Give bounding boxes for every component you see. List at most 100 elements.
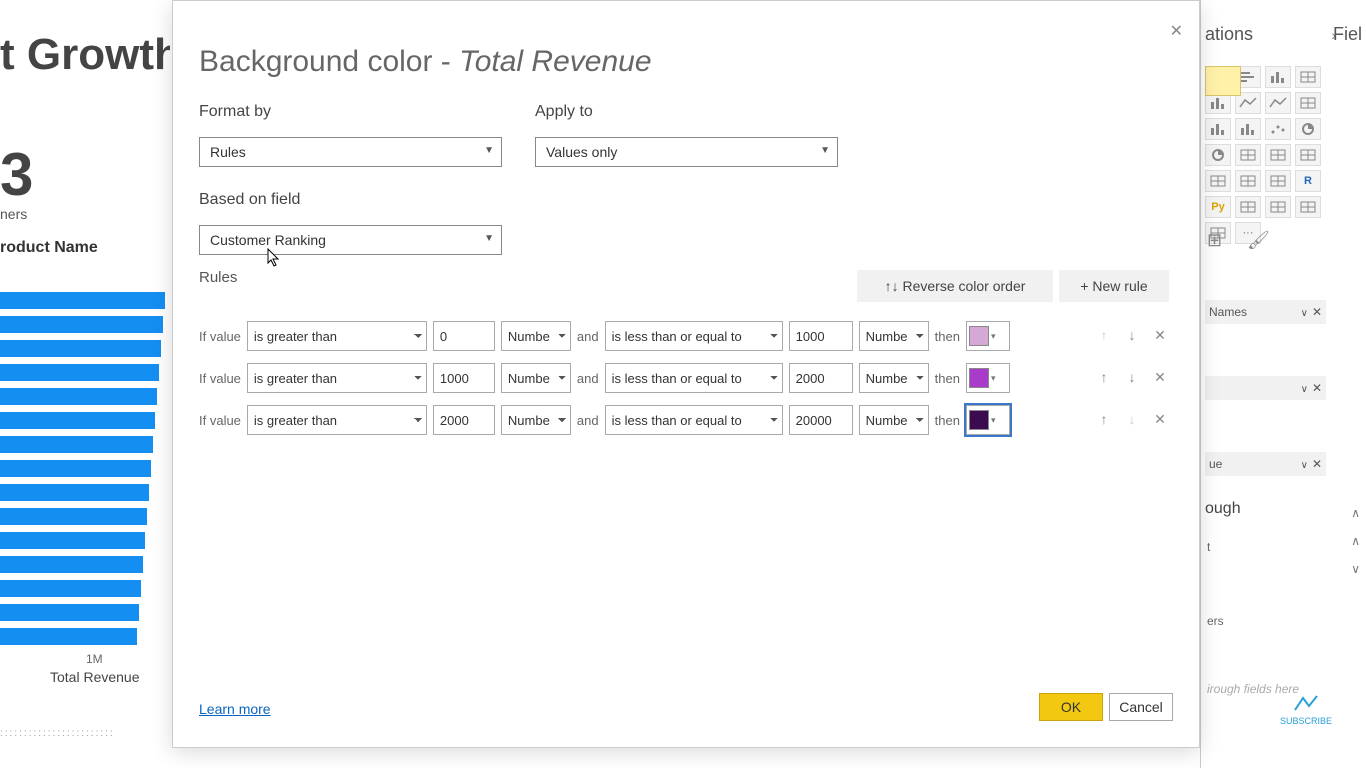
max-operator-select[interactable]: is less than or equal to: [605, 405, 783, 435]
visualization-gallery: RPy···: [1201, 62, 1331, 248]
min-type-select[interactable]: Number: [501, 405, 571, 435]
viz-ribbon-icon[interactable]: [1295, 92, 1321, 114]
resize-handle: ::::::::::::::::::::::::: [0, 728, 115, 739]
bar: [0, 364, 159, 381]
delete-rule-icon[interactable]: ✕: [1151, 411, 1169, 429]
fields-tab-icon[interactable]: ⊞: [1207, 230, 1229, 252]
new-rule-button[interactable]: + New rule: [1059, 270, 1169, 302]
field-well-row[interactable]: ue ∨ ✕: [1205, 452, 1326, 476]
delete-rule-icon[interactable]: ✕: [1151, 369, 1169, 387]
remove-field-icon[interactable]: ✕: [1312, 457, 1322, 471]
viz-table-icon[interactable]: [1295, 66, 1321, 88]
bar: [0, 532, 145, 549]
viz-scatter-icon[interactable]: [1265, 118, 1291, 140]
x-axis-title: Total Revenue: [50, 669, 140, 685]
expand-toggle-icon[interactable]: ∧: [1351, 534, 1360, 548]
reverse-color-order-button[interactable]: ↑↓ Reverse color order: [857, 270, 1053, 302]
format-by-select[interactable]: Rules: [199, 137, 502, 167]
remove-field-icon[interactable]: ✕: [1312, 381, 1322, 395]
viz-pie-icon[interactable]: [1295, 118, 1321, 140]
min-type-select[interactable]: Number: [501, 363, 571, 393]
min-value-input[interactable]: [433, 321, 495, 351]
y-axis-label: roduct Name: [0, 239, 98, 257]
max-type-select[interactable]: Number: [859, 321, 929, 351]
apply-to-select[interactable]: Values only: [535, 137, 838, 167]
rules-section-label: Rules: [199, 269, 237, 286]
bar-chart-bars: [0, 292, 165, 652]
max-value-input[interactable]: [789, 405, 853, 435]
conditional-formatting-dialog: ✕ Background color - Total Revenue Forma…: [172, 0, 1200, 748]
move-down-icon[interactable]: ↓: [1123, 369, 1141, 387]
min-operator-select[interactable]: is greater than: [247, 321, 427, 351]
fields-header: Fiel: [1333, 24, 1362, 45]
move-down-icon[interactable]: ↓: [1123, 327, 1141, 345]
min-operator-select[interactable]: is greater than: [247, 363, 427, 393]
min-value-input[interactable]: [433, 405, 495, 435]
field-well-label: ue: [1209, 457, 1222, 471]
viz-filled-map-icon[interactable]: [1265, 196, 1291, 218]
rule-row: If valueis greater thanNumberandis less …: [199, 361, 1169, 395]
dialog-title: Background color - Total Revenue: [199, 45, 652, 79]
based-on-field-label: Based on field: [199, 191, 300, 209]
field-well-row[interactable]: ∨✕: [1205, 376, 1326, 400]
viz-funnel-icon[interactable]: [1265, 144, 1291, 166]
color-picker-button[interactable]: ▾: [966, 363, 1010, 393]
move-up-icon[interactable]: ↑: [1095, 411, 1113, 429]
move-up-icon[interactable]: ↑: [1095, 369, 1113, 387]
viz-map-icon[interactable]: [1235, 196, 1261, 218]
bar: [0, 484, 149, 501]
min-value-input[interactable]: [433, 363, 495, 393]
min-type-select[interactable]: Number: [501, 321, 571, 351]
viz-stacked-col-icon[interactable]: [1265, 66, 1291, 88]
viz-matrix-icon[interactable]: [1205, 66, 1241, 96]
expand-toggle-icon[interactable]: ∨: [1351, 562, 1360, 576]
viz-kpi-icon[interactable]: [1235, 170, 1261, 192]
report-title: t Growth: [0, 30, 170, 80]
visualizations-header-text: ations: [1205, 24, 1253, 45]
viz-card-icon[interactable]: [1205, 170, 1231, 192]
bar: [0, 460, 151, 477]
max-operator-select[interactable]: is less than or equal to: [605, 363, 783, 393]
field-well-row[interactable]: Names ∨✕: [1205, 300, 1326, 324]
rule-row: If valueis greater thanNumberandis less …: [199, 319, 1169, 353]
cancel-button[interactable]: Cancel: [1109, 693, 1173, 721]
max-value-input[interactable]: [789, 321, 853, 351]
max-value-input[interactable]: [789, 363, 853, 393]
viz-waterfall-icon[interactable]: [1205, 118, 1231, 140]
viz-area-icon[interactable]: [1265, 92, 1291, 114]
viz-slicer-icon[interactable]: [1265, 170, 1291, 192]
min-operator-select[interactable]: is greater than: [247, 405, 427, 435]
x-axis-tick: 1M: [86, 652, 103, 666]
chevron-down-icon[interactable]: ∨: [1301, 460, 1308, 471]
viz-py-icon[interactable]: Py: [1205, 196, 1231, 218]
bar: [0, 412, 155, 429]
bar: [0, 508, 147, 525]
delete-rule-icon[interactable]: ✕: [1151, 327, 1169, 345]
bar: [0, 604, 139, 621]
viz-line-col-icon[interactable]: [1235, 118, 1261, 140]
viz-treemap-icon[interactable]: [1235, 144, 1261, 166]
move-down-icon: ↓: [1123, 411, 1141, 429]
max-operator-select[interactable]: is less than or equal to: [605, 321, 783, 351]
viz-donut-icon[interactable]: [1205, 144, 1231, 166]
color-picker-button[interactable]: ▾: [966, 321, 1010, 351]
ok-button[interactable]: OK: [1039, 693, 1103, 721]
chevron-down-icon[interactable]: ∨: [1301, 384, 1308, 395]
chevron-down-icon[interactable]: ∨: [1301, 308, 1308, 319]
learn-more-link[interactable]: Learn more: [199, 701, 271, 717]
bar: [0, 556, 143, 573]
viz-r-icon[interactable]: R: [1295, 170, 1321, 192]
expand-toggle-icon[interactable]: ∧: [1351, 506, 1360, 520]
max-type-select[interactable]: Number: [859, 405, 929, 435]
if-value-label: If value: [199, 413, 241, 428]
remove-field-icon[interactable]: ✕: [1312, 305, 1322, 319]
viz-arcgis-icon[interactable]: [1295, 196, 1321, 218]
format-tab-icon[interactable]: 🖌: [1247, 230, 1269, 252]
close-icon[interactable]: ✕: [1170, 21, 1183, 41]
if-value-label: If value: [199, 371, 241, 386]
drill-item: t: [1207, 540, 1210, 554]
viz-gauge-icon[interactable]: [1295, 144, 1321, 166]
color-picker-button[interactable]: ▾: [966, 405, 1010, 435]
based-on-field-select[interactable]: Customer Ranking: [199, 225, 502, 255]
max-type-select[interactable]: Number: [859, 363, 929, 393]
